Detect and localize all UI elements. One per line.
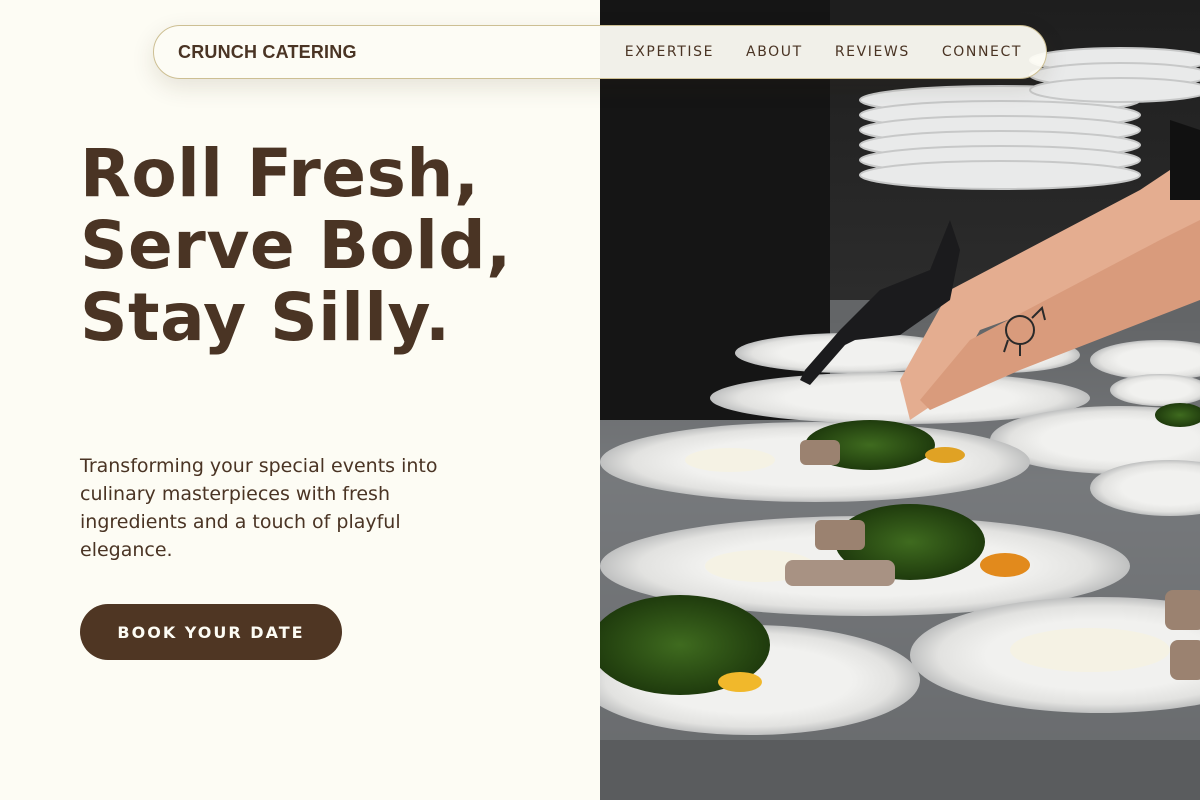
nav-link-connect[interactable]: CONNECT	[942, 44, 1022, 60]
nav-link-expertise[interactable]: EXPERTISE	[625, 44, 714, 60]
book-your-date-button[interactable]: BOOK YOUR DATE	[80, 604, 342, 660]
nav-link-about[interactable]: ABOUT	[746, 44, 803, 60]
hero-photo	[600, 0, 1200, 800]
nav-links: EXPERTISE ABOUT REVIEWS CONNECT	[625, 44, 1022, 60]
brand-logo-link[interactable]: CRUNCH CATERING	[178, 42, 357, 63]
nav-link-reviews[interactable]: REVIEWS	[835, 44, 910, 60]
hero-left-panel	[0, 0, 600, 800]
hero-title: Roll Fresh, Serve Bold, Stay Silly.	[80, 135, 512, 356]
top-navbar: CRUNCH CATERING EXPERTISE ABOUT REVIEWS …	[153, 25, 1047, 79]
hero-subtitle: Transforming your special events into cu…	[80, 455, 438, 561]
